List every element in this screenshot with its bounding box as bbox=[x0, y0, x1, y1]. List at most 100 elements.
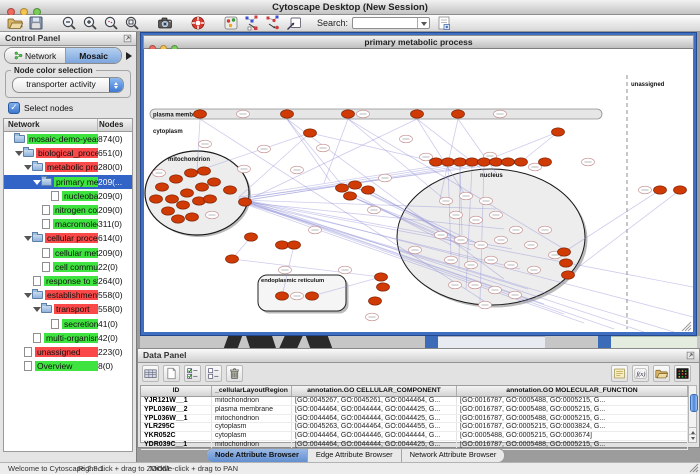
gene-node[interactable] bbox=[478, 158, 491, 166]
network-canvas[interactable]: plasma membrane cytoplasm mitochondrion … bbox=[144, 49, 693, 332]
gene-node[interactable] bbox=[411, 110, 424, 118]
gene-node[interactable] bbox=[454, 158, 467, 166]
tree-row[interactable]: multi-organism pro42(0) bbox=[4, 331, 132, 345]
tree-row[interactable]: cellular process614(0) bbox=[4, 231, 132, 245]
column-header[interactable]: _cellularLayoutRegion bbox=[212, 386, 292, 396]
gene-node[interactable] bbox=[177, 201, 190, 209]
gene-node[interactable] bbox=[558, 248, 571, 256]
expand-arrow-icon[interactable] bbox=[33, 305, 41, 313]
tree-row[interactable]: macromolecule311(0) bbox=[4, 217, 132, 231]
expand-arrow-icon[interactable] bbox=[15, 149, 23, 157]
app-resize-grip[interactable] bbox=[689, 463, 699, 473]
column-header[interactable]: ID bbox=[141, 386, 212, 396]
table-scrollbar-thumb[interactable] bbox=[690, 394, 698, 412]
gene-node[interactable] bbox=[674, 186, 687, 194]
save-session-icon[interactable] bbox=[28, 15, 44, 31]
gene-node[interactable] bbox=[349, 181, 362, 189]
apply-style-icon[interactable] bbox=[265, 15, 281, 31]
annotation-note-icon[interactable] bbox=[611, 365, 628, 382]
gene-node[interactable] bbox=[198, 167, 211, 175]
open-session-icon[interactable] bbox=[7, 15, 23, 31]
tab-network[interactable]: Network bbox=[5, 48, 66, 63]
gene-node[interactable] bbox=[539, 158, 552, 166]
gene-node[interactable] bbox=[336, 184, 349, 192]
gene-node[interactable] bbox=[306, 292, 319, 300]
control-panel-float-icon[interactable] bbox=[123, 34, 132, 43]
node-color-attribute-select[interactable]: transporter activity bbox=[12, 77, 124, 93]
gene-node[interactable] bbox=[452, 110, 465, 118]
network-window-resize-grip[interactable] bbox=[682, 322, 691, 331]
gene-node[interactable] bbox=[490, 158, 503, 166]
tree-row[interactable]: unassigned223(0) bbox=[4, 345, 132, 359]
table-row[interactable]: YLR295Ccytoplasm[GO:0045263, GO:0044464,… bbox=[141, 423, 688, 432]
gene-node[interactable] bbox=[562, 271, 575, 279]
tree-col-nodes[interactable]: Nodes bbox=[98, 119, 132, 131]
import-attributes-icon[interactable] bbox=[653, 365, 670, 382]
tab-mosaic[interactable]: Mosaic bbox=[66, 48, 121, 63]
gene-node[interactable] bbox=[186, 213, 199, 221]
search-dropdown-icon[interactable] bbox=[417, 18, 429, 28]
gene-node[interactable] bbox=[342, 110, 355, 118]
table-row[interactable]: YJR121W__1mitochondrion[GO:0045267, GO:0… bbox=[141, 397, 688, 406]
import-network-icon[interactable] bbox=[286, 15, 302, 31]
gene-node[interactable] bbox=[196, 183, 209, 191]
gene-node[interactable] bbox=[172, 215, 185, 223]
gene-node[interactable] bbox=[239, 198, 252, 206]
gene-node[interactable] bbox=[224, 186, 237, 194]
gene-node[interactable] bbox=[276, 292, 289, 300]
expand-arrow-icon[interactable] bbox=[24, 163, 32, 171]
tree-row[interactable]: nitrogen compo209(0) bbox=[4, 203, 132, 217]
expand-arrow-icon[interactable] bbox=[33, 178, 41, 186]
table-row[interactable]: YPL036W__1mitochondrion[GO:0044464, GO:0… bbox=[141, 415, 688, 424]
column-header[interactable]: annotation.GO CELLULAR_COMPONENT bbox=[292, 386, 457, 396]
tab-edge-attribute-browser[interactable]: Edge Attribute Browser bbox=[308, 449, 402, 462]
gene-node[interactable] bbox=[288, 241, 301, 249]
help-lifering-icon[interactable] bbox=[190, 15, 206, 31]
search-input[interactable] bbox=[353, 18, 417, 28]
zoom-selected-icon[interactable] bbox=[103, 15, 119, 31]
scroll-down-icon[interactable] bbox=[689, 434, 696, 442]
tree-row[interactable]: nucleobase-209(0) bbox=[4, 189, 132, 203]
gene-node[interactable] bbox=[156, 183, 169, 191]
tab-network-attribute-browser[interactable]: Network Attribute Browser bbox=[402, 449, 505, 462]
search-options-icon[interactable] bbox=[436, 15, 452, 31]
network-window-titlebar[interactable]: primary metabolic process bbox=[143, 35, 694, 49]
gene-node[interactable] bbox=[245, 233, 258, 241]
table-row[interactable]: YPL036W__2plasma membrane[GO:0044464, GO… bbox=[141, 406, 688, 415]
gene-node[interactable] bbox=[185, 169, 198, 177]
tabs-scroll-right-icon[interactable] bbox=[124, 51, 133, 60]
tree-row[interactable]: biological_process651(0) bbox=[4, 146, 132, 160]
gene-node[interactable] bbox=[369, 297, 382, 305]
tree-row[interactable]: Overview8(0) bbox=[4, 359, 132, 373]
tree-row[interactable]: response to stimulu264(0) bbox=[4, 274, 132, 288]
tree-row[interactable]: transport558(0) bbox=[4, 302, 132, 316]
gene-node[interactable] bbox=[204, 195, 217, 203]
gene-node[interactable] bbox=[344, 192, 357, 200]
gene-node[interactable] bbox=[194, 110, 207, 118]
create-attribute-icon[interactable] bbox=[163, 365, 180, 382]
tree-row[interactable]: mosaic-demo-yeast874(0) bbox=[4, 132, 132, 146]
gene-node[interactable] bbox=[208, 178, 221, 186]
gene-node[interactable] bbox=[181, 189, 194, 197]
gene-node[interactable] bbox=[502, 158, 515, 166]
zoom-in-icon[interactable] bbox=[82, 15, 98, 31]
apply-layout-icon[interactable] bbox=[244, 15, 260, 31]
combo-stepper-icon[interactable] bbox=[109, 78, 123, 92]
search-box[interactable] bbox=[352, 17, 430, 29]
gene-node[interactable] bbox=[166, 195, 179, 203]
attribute-matrix-icon[interactable] bbox=[674, 365, 691, 382]
zoom-fit-icon[interactable] bbox=[124, 15, 140, 31]
tree-row[interactable]: metabolic process280(0) bbox=[4, 160, 132, 174]
gene-node[interactable] bbox=[170, 175, 183, 183]
gene-node[interactable] bbox=[375, 273, 388, 281]
snapshot-camera-icon[interactable] bbox=[157, 15, 173, 31]
gene-node[interactable] bbox=[560, 259, 573, 267]
gene-node[interactable] bbox=[442, 158, 455, 166]
tree-row[interactable]: secretion41(0) bbox=[4, 316, 132, 330]
tree-row[interactable]: establishment of lo558(0) bbox=[4, 288, 132, 302]
gene-node[interactable] bbox=[226, 255, 239, 263]
gene-node[interactable] bbox=[466, 158, 479, 166]
gene-node[interactable] bbox=[515, 158, 528, 166]
unselect-all-attributes-icon[interactable] bbox=[205, 365, 222, 382]
tab-node-attribute-browser[interactable]: Node Attribute Browser bbox=[207, 449, 308, 462]
